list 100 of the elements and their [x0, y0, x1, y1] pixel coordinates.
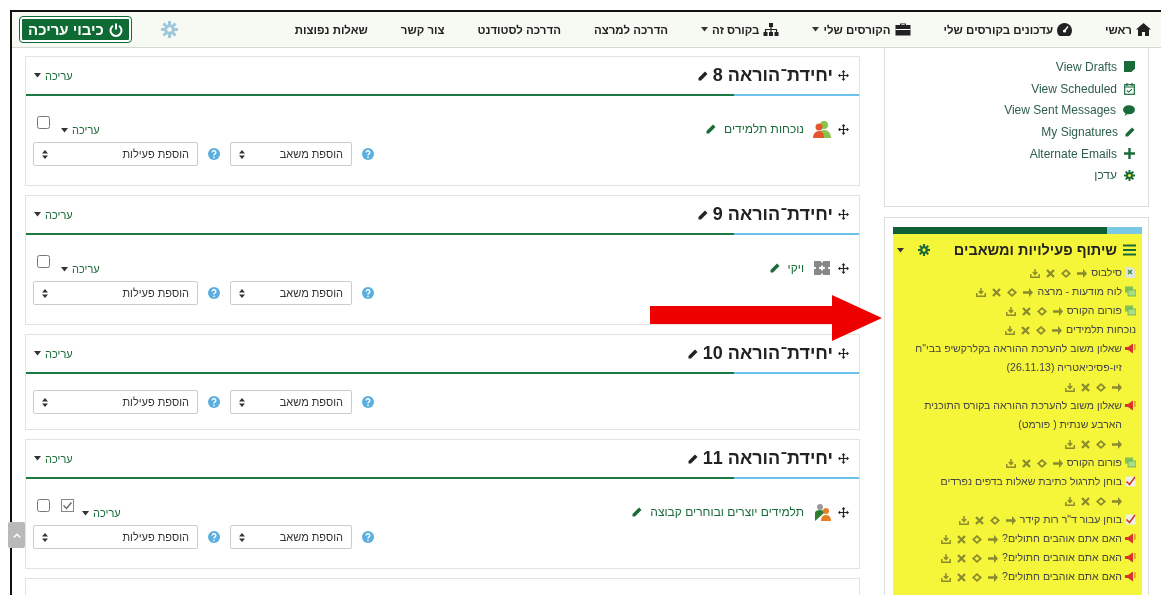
arrow-icon: [1112, 496, 1122, 506]
sort-arrows-icon: [239, 397, 245, 407]
move-arrows-icon: [972, 572, 983, 582]
download-icon: [1005, 306, 1016, 316]
help-icon: [362, 396, 374, 408]
block-link[interactable]: My Signatures: [898, 121, 1135, 143]
menu-icon: [1123, 244, 1136, 257]
move-icon: [838, 453, 849, 464]
help-icon: [362, 287, 374, 299]
move-arrows-icon: [1096, 439, 1106, 449]
move-icon: [838, 123, 849, 135]
move-arrows-icon: [1007, 287, 1018, 297]
power-icon: [108, 22, 123, 37]
nav-link[interactable]: הדרכה לסטודנט: [477, 23, 561, 36]
megaphone-icon: [1125, 533, 1136, 545]
document-icon: [1125, 267, 1136, 279]
add-resource-select[interactable]: הוספת משאב: [230, 525, 352, 549]
add-resource-select[interactable]: הוספת משאב: [230, 390, 352, 414]
shared-item-name: האם אתם אוהבים חתולים?: [1002, 550, 1122, 566]
edit-menu[interactable]: עריכה: [34, 347, 73, 360]
caret-icon: [34, 456, 41, 461]
sort-arrows-icon: [42, 149, 48, 159]
delete-icon: [1046, 268, 1056, 278]
block-link[interactable]: View Scheduled: [898, 77, 1135, 100]
move-arrows-icon: [1036, 306, 1047, 316]
caret-icon: [34, 73, 41, 78]
arrow-icon: [988, 534, 999, 544]
block-link[interactable]: עדכן: [898, 164, 1135, 187]
add-resource-select[interactable]: הוספת משאב: [230, 142, 352, 166]
download-icon: [976, 287, 987, 297]
delete-icon: [1081, 439, 1090, 449]
nav-link[interactable]: שאלות נפוצות: [294, 23, 368, 36]
gauge-icon: [1057, 23, 1072, 36]
block-title: שיתוף פעילויות ומשאבים: [953, 242, 1117, 259]
activity-link[interactable]: תלמידים יוצרים ובוחרים קבוצה: [650, 505, 804, 519]
checkmark-icon: [1125, 514, 1136, 526]
section-title: יחידת־הוראה 8: [712, 65, 833, 86]
megaphone-icon: [1125, 552, 1136, 564]
gear-icon: [1124, 169, 1135, 181]
move-icon: [838, 70, 849, 81]
chat-icon: [1125, 457, 1136, 469]
edit-menu[interactable]: עריכה: [61, 263, 100, 275]
caret-icon: [34, 351, 41, 356]
move-icon: [838, 209, 849, 220]
help-icon: [208, 287, 220, 299]
select-checkbox[interactable]: [37, 499, 50, 512]
edit-menu[interactable]: עריכה: [82, 507, 121, 519]
nav-link[interactable]: צור קשר: [400, 23, 445, 36]
select-checkbox[interactable]: [37, 255, 50, 268]
caret-icon: [61, 266, 68, 272]
help-icon: [208, 531, 220, 543]
help-icon: [362, 531, 374, 543]
nav-link[interactable]: הקורסים שלי: [812, 23, 911, 36]
arrow-icon: [988, 553, 999, 563]
block-link[interactable]: View Sent Messages: [898, 99, 1135, 122]
edit-menu[interactable]: עריכה: [61, 124, 100, 136]
download-icon: [958, 515, 969, 525]
nav-link[interactable]: הדרכה למרצה: [593, 23, 669, 36]
add-activity-select[interactable]: הוספת פעילות: [33, 281, 198, 305]
puzzle-icon: [812, 259, 832, 277]
shared-item-name: נוכחות תלמידים: [1066, 322, 1136, 338]
settings-icon: [918, 244, 930, 257]
edit-menu[interactable]: עריכה: [34, 452, 73, 465]
caret-icon: [61, 127, 68, 133]
block-link[interactable]: View Drafts: [898, 56, 1135, 78]
select-checkbox[interactable]: [37, 116, 50, 129]
caret-icon: [897, 247, 904, 253]
arrow-icon: [1052, 306, 1063, 316]
move-arrows-icon: [989, 515, 1000, 525]
shared-item-name: לוח מודעות - מרצה: [1037, 284, 1122, 300]
nav-link[interactable]: עדכונים בקורסים שלי: [943, 23, 1072, 36]
caret-icon: [82, 510, 89, 516]
add-activity-select[interactable]: הוספת פעילות: [33, 525, 198, 549]
delete-icon: [957, 553, 967, 563]
edit-mode-button[interactable]: כיבוי עריכה: [20, 17, 131, 42]
help-icon: [208, 396, 220, 408]
delete-icon: [1021, 306, 1031, 316]
move-arrows-icon: [1036, 325, 1047, 335]
add-resource-select[interactable]: הוספת משאב: [230, 281, 352, 305]
download-icon: [1005, 325, 1016, 335]
megaphone-icon: [1125, 400, 1136, 412]
download-icon: [941, 572, 952, 582]
activity-link[interactable]: נוכחות תלמידים: [724, 122, 804, 136]
add-activity-select[interactable]: הוספת פעילות: [33, 390, 198, 414]
block-link[interactable]: Alternate Emails: [898, 142, 1135, 165]
nav-link[interactable]: בקורס זה: [701, 23, 780, 36]
add-activity-select[interactable]: הוספת פעילות: [33, 142, 198, 166]
sort-arrows-icon: [42, 532, 48, 542]
activity-link[interactable]: ויקי: [787, 261, 804, 275]
speech-bubble-icon: [1123, 104, 1135, 116]
shared-item-name: שאלון משוב להערכת ההוראה בקורס התוכנית הארבע שנתית ( פורמט): [923, 398, 1122, 433]
download-icon: [1065, 496, 1075, 506]
edit-menu[interactable]: עריכה: [34, 69, 73, 82]
sort-arrows-icon: [42, 288, 48, 298]
nav-link[interactable]: ראשי: [1105, 23, 1151, 36]
sitemap-icon: [763, 23, 780, 36]
completion-checkbox[interactable]: [61, 499, 74, 512]
edit-menu[interactable]: עריכה: [34, 208, 73, 221]
pencil-icon: [1125, 126, 1135, 137]
download-icon: [1065, 439, 1075, 449]
